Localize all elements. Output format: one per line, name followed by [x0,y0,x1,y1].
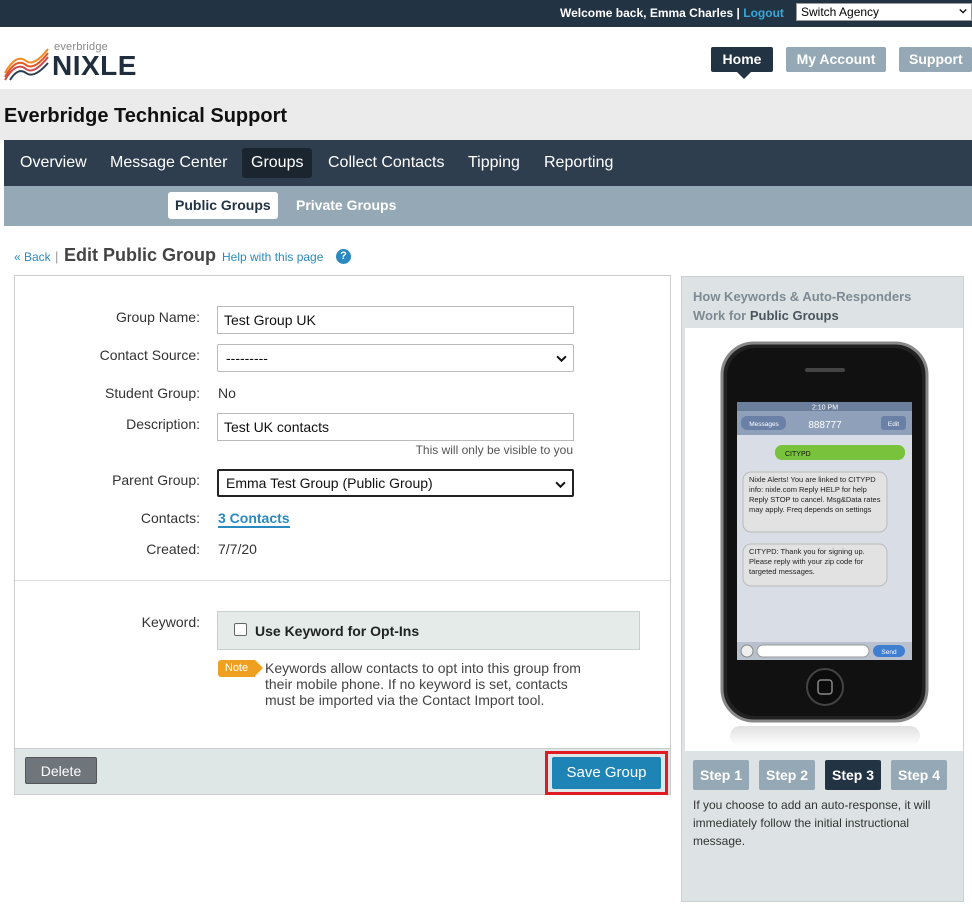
agency-title: Everbridge Technical Support [4,105,288,127]
parent-group-value: Emma Test Group (Public Group) [226,475,433,491]
contact-source-value: --------- [226,350,268,366]
step-4-tab[interactable]: Step 4 [891,760,947,790]
created-label: Created: [146,541,200,557]
student-group-label: Student Group: [105,385,200,401]
use-keyword-label[interactable]: Use Keyword for Opt-Ins [255,623,419,639]
top-bar: Welcome back, Emma Charles | Logout Swit… [0,0,972,27]
main-nav: Overview Message Center Groups Collect C… [4,140,972,186]
form-footer: Delete Save Group [15,748,670,795]
home-button[interactable]: Home [711,47,773,79]
phone-time: 2:10 PM [812,405,838,412]
contacts-label: Contacts: [140,510,200,526]
parent-group-label: Parent Group: [112,472,200,488]
chevron-down-icon [555,481,566,489]
title-strip: Everbridge Technical Support [0,89,972,140]
phone-illustration: 2:10 PM Messages 888777 Edit CITYPD Nixl… [685,328,963,751]
contact-source-select[interactable]: --------- [217,344,574,372]
page-title: Edit Public Group [64,245,216,265]
created-value: 7/7/20 [218,541,257,557]
phone-edit-label: Edit [888,421,899,428]
question-icon[interactable]: ? [336,249,351,264]
sub-nav: Public Groups Private Groups [4,186,972,226]
nav-reporting[interactable]: Reporting [535,148,622,178]
description-input[interactable]: Test UK contacts [217,413,574,441]
support-button[interactable]: Support [899,47,972,72]
logout-link[interactable]: Logout [743,6,784,20]
student-group-value: No [218,385,236,401]
welcome-user: Welcome back, Emma Charles [560,6,734,20]
keyword-box: Use Keyword for Opt-Ins [217,611,640,650]
nixle-logo[interactable]: everbridge NIXLE [4,41,137,81]
nav-collect-contacts[interactable]: Collect Contacts [319,148,454,178]
phone-sent-text: CITYPD [785,451,811,458]
nav-tipping[interactable]: Tipping [459,148,529,178]
phone-svg: 2:10 PM Messages 888777 Edit CITYPD Nixl… [720,341,929,746]
keywords-info-panel: How Keywords & Auto-Responders Work for … [681,276,964,902]
delete-button[interactable]: Delete [25,757,97,784]
description-label: Description: [126,416,200,432]
back-link[interactable]: « Back [14,250,51,264]
use-keyword-checkbox[interactable] [234,623,247,636]
phone-back-label: Messages [749,421,779,428]
nav-overview[interactable]: Overview [11,148,96,178]
description-hint: This will only be visible to you [415,443,573,457]
welcome-text: Welcome back, Emma Charles | Logout [560,6,784,20]
subnav-private-groups[interactable]: Private Groups [289,192,403,219]
parent-group-select[interactable]: Emma Test Group (Public Group) [217,469,574,497]
group-name-label: Group Name: [115,309,200,325]
step-1-tab[interactable]: Step 1 [693,760,749,790]
step-3-tab[interactable]: Step 3 [825,760,881,790]
nixle-logo-icon [4,48,49,81]
contact-source-label: Contact Source: [99,347,200,363]
chevron-down-icon [556,355,567,363]
info-panel-title: How Keywords & Auto-Responders Work for … [693,287,943,325]
note-text: Keywords allow contacts to opt into this… [265,660,581,708]
save-highlight-outline: Save Group [545,751,668,795]
chevron-down-icon [959,8,967,14]
info-title-bold: Public Groups [749,308,839,323]
step-2-tab[interactable]: Step 2 [759,760,815,790]
switch-agency-select[interactable]: Switch Agency [796,3,972,21]
phone-send-label: Send [881,649,897,656]
phone-contact: 888777 [808,420,842,431]
group-name-input[interactable]: Test Group UK [217,306,574,334]
back-separator: | [55,249,59,264]
form-divider [15,580,670,581]
subnav-public-groups[interactable]: Public Groups [168,192,278,219]
header: everbridge NIXLE Home My Account Support [0,27,972,89]
switch-agency-value: Switch Agency [801,5,880,19]
save-group-button[interactable]: Save Group [552,757,661,789]
phone-reply-1: Nixle Alerts! You are linked to CITYPD i… [749,475,881,514]
nav-message-center[interactable]: Message Center [101,148,236,178]
nav-groups[interactable]: Groups [242,148,313,178]
contacts-link[interactable]: 3 Contacts [218,510,290,528]
logo-nixle-text: NIXLE [52,50,137,81]
welcome-separator: | [736,6,740,20]
my-account-button[interactable]: My Account [786,47,886,72]
phone-reply-2: CITYPD: Thank you for signing up. Please… [749,547,865,576]
note-badge: Note [218,660,263,677]
help-link[interactable]: Help with this page [222,250,323,264]
step-description: If you choose to add an auto-response, i… [693,798,931,848]
edit-group-form: Group Name: Test Group UK Contact Source… [14,275,671,795]
keyword-label: Keyword: [141,614,200,630]
